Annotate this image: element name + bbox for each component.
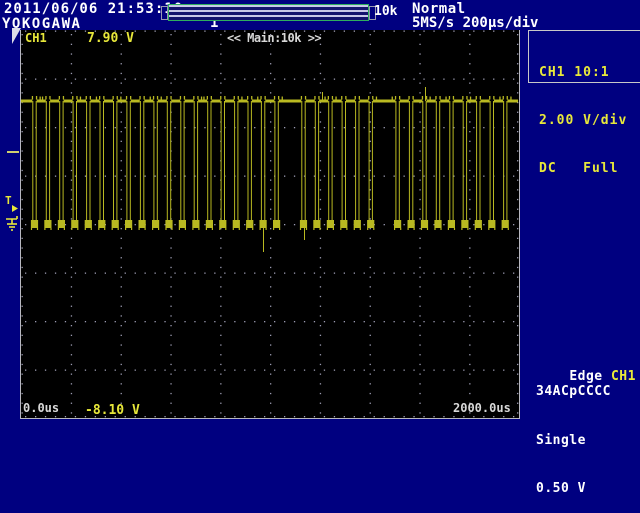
graticule: CH1 7.90 V << Main:10k >> 0.0us -8.10 V … xyxy=(20,30,520,419)
channel-measurement: 7.90 V xyxy=(87,31,134,46)
trigger-level-marker: T xyxy=(4,194,20,213)
trigger-mode-single: Single xyxy=(536,433,640,449)
channel-scale-setting: 2.00 V/div xyxy=(539,113,640,129)
time-start-label: 0.0us xyxy=(23,401,59,415)
trigger-delay-corner-marker xyxy=(12,28,22,45)
channel-info-box: CH1 10:1 2.00 V/div DC Full xyxy=(528,30,640,83)
channel-coupling-setting: DC Full xyxy=(539,161,640,177)
serial-data-value: 34ACpCCCC xyxy=(536,384,611,399)
channel-probe-setting: CH1 10:1 xyxy=(539,65,640,81)
waveform xyxy=(21,30,519,418)
svg-text:T: T xyxy=(5,194,12,207)
datetime: 2011/06/06 21:53:10 xyxy=(4,1,183,17)
ground-level-marker xyxy=(4,215,21,233)
trigger-source: CH1 xyxy=(611,369,636,384)
time-end-label: 2000.0us xyxy=(453,401,511,415)
trigger-level-value: 0.50 V xyxy=(536,481,640,497)
trigger-panel: Edge CH1 Single 0.50 V xyxy=(536,318,640,513)
scope-screen: { "header": { "datetime": "2011/06/06 21… xyxy=(0,0,640,480)
acquisition-count: 10k xyxy=(374,4,397,19)
channel-position-marker xyxy=(7,151,19,153)
channel-label: CH1 xyxy=(25,31,47,45)
edge-label: Edge xyxy=(569,369,602,384)
timebase-label: 5MS/s 200µs/div xyxy=(412,15,538,31)
acquisition-bar-left-bracket xyxy=(161,6,168,20)
acquisition-memory-bar xyxy=(168,4,369,21)
cursor-voltage-label: -8.10 V xyxy=(85,403,140,418)
record-length-label: << Main:10k >> xyxy=(227,31,321,45)
